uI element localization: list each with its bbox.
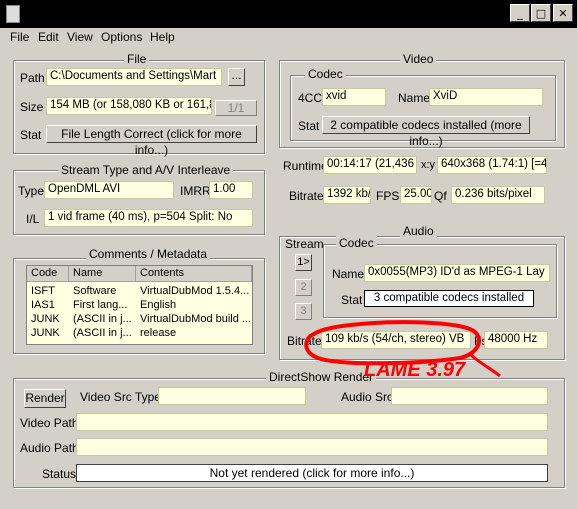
type-field: OpenDML AVI [44,181,174,199]
video-bitrate-field: 1392 kb/ [323,186,371,204]
table-cell: First lang... [73,299,128,311]
size-field: 154 MB (or 158,080 KB or 161,87 [46,97,212,115]
audio-codec-title: Codec [336,236,377,250]
audio-stream-1-button[interactable]: 1> [295,254,312,271]
fps-label: FPS [376,189,400,203]
audio-path-label: Audio Path [20,441,79,455]
audio-src-field [391,387,548,405]
render-button[interactable]: Render [24,389,66,408]
menu-view[interactable]: View [67,30,93,44]
column-header-name[interactable]: Name [69,266,136,282]
file-group-title: File [124,52,150,66]
video-bitrate-label: Bitrate [289,189,324,203]
file-stat-button[interactable]: File Length Correct (click for more info… [46,125,257,157]
table-cell: IAS1 [31,299,55,311]
column-header-contents[interactable]: Contents [136,266,252,282]
audio-stream-2-button[interactable]: 2 [295,279,312,296]
annotation-circle [304,320,482,366]
table-cell: release [140,327,177,339]
qf-field: 0.236 bits/pixel [451,186,545,204]
table-cell: (ASCII in j... [73,327,132,339]
table-cell: English [140,299,177,311]
fourcc-label: 4CC [298,91,323,105]
window-title: GSpot v2.21: SE05E02 [221,7,356,21]
maximize-button[interactable]: □ [531,4,551,22]
audio-src-label: Audio Src [341,390,394,404]
size-label: Size [20,100,44,114]
table-cell: ISFT [31,285,55,297]
status-button[interactable]: Not yet rendered (click for more info...… [76,464,548,482]
audio-stat-label: Stat [341,293,363,307]
video-stat-button[interactable]: 2 compatible codecs installed (more info… [322,116,530,148]
table-cell: JUNK [31,313,60,325]
audio-group-title: Audio [400,224,437,238]
minimize-button[interactable]: _ [510,4,530,22]
path-label: Path [20,71,45,85]
fourcc-field: xvid [322,88,386,106]
menu-options[interactable]: Options [101,30,142,44]
video-name-label: Name [398,91,431,105]
audio-name-field: 0x0055(MP3) ID'd as MPEG-1 Lay [364,264,550,282]
audio-path-field [76,438,548,456]
annotation-text: LAME 3.97 [364,359,466,381]
video-path-field [76,413,548,431]
audio-stream-label: Stream [285,237,324,251]
type-label: Type [18,184,45,198]
table-cell: (ASCII in j... [73,313,132,325]
annotation-tail [468,352,501,378]
imrr-field: 1.00 [209,181,253,199]
video-path-label: Video Path [20,416,79,430]
file-stat-label: Stat [20,128,42,142]
video-src-type-label: Video Src Type [80,390,161,404]
il-field: 1 vid frame (40 ms), p=504 Split: No [44,209,253,227]
table-cell: VirtualDubMod build ... [140,313,252,325]
video-src-type-field [158,387,306,405]
table-cell: VirtualDubMod 1.5.4... [140,285,250,297]
video-name-field: XviD [429,88,543,106]
xy-label: x:y [421,159,436,171]
close-button[interactable]: ✕ [553,4,573,22]
comments-group-title: Comments / Metadata [86,247,211,261]
table-cell: Software [73,285,117,297]
menu-help[interactable]: Help [150,30,175,44]
runtime-label: Runtime [283,159,328,173]
status-label: Status [42,467,77,481]
browse-button[interactable]: ... [228,68,245,86]
runtime-field: 00:14:17 (21,436 fr [323,156,417,174]
menu-edit[interactable]: Edit [38,30,59,44]
audio-stat-field[interactable]: 3 compatible codecs installed [364,290,534,307]
part-button[interactable]: 1/1 [215,100,257,116]
annotation-scribble: LAME 3.97 [304,320,501,381]
audio-name-label: Name [332,267,365,281]
menu-file[interactable]: File [10,30,29,44]
path-field[interactable]: C:\Documents and Settings\Mart [46,68,222,86]
imrr-label: IMRR [180,184,211,198]
qf-label: Qf [434,189,447,203]
xy-field: 640x368 (1.74:1) [=40 [437,156,547,174]
video-stat-label: Stat [298,119,320,133]
video-group-title: Video [400,52,437,66]
column-header-code[interactable]: Code [27,266,69,282]
stream-group-title: Stream Type and A/V Interleave [58,163,234,177]
fps-field: 25.00 [400,186,432,204]
il-label: I/L [26,212,40,226]
video-codec-title: Codec [305,67,346,81]
table-cell: JUNK [31,327,60,339]
